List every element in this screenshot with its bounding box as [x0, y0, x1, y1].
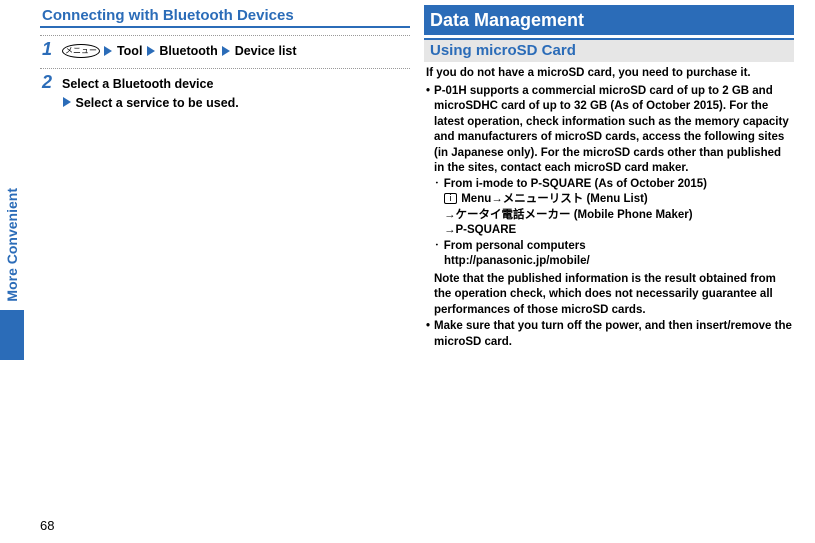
sub-bullet-2-title: From personal computers: [444, 239, 586, 255]
sub-bullet-1-line1: ｉ Menu→メニューリスト (Menu List): [426, 192, 794, 208]
dotted-rule: [40, 32, 410, 36]
step-2-number: 2: [42, 73, 56, 91]
section-subtitle-bar: Using microSD Card: [424, 38, 794, 62]
dot-icon: ･: [434, 177, 440, 193]
bullet-dot-icon: •: [426, 319, 430, 350]
step2-line1: Select a Bluetooth device: [62, 77, 213, 91]
page-content: Connecting with Bluetooth Devices 1 メニュー…: [0, 0, 815, 355]
sub-bullet-1-line3: →P-SQUARE: [426, 223, 794, 239]
step1-devicelist: Device list: [235, 44, 297, 58]
imode-icon: ｉ: [444, 193, 457, 204]
intro-line: If you do not have a microSD card, you n…: [426, 66, 794, 82]
sub-bullet-1: ･ From i-mode to P-SQUARE (As of October…: [426, 177, 794, 193]
sub-bullet-2: ･ From personal computers: [426, 239, 794, 255]
chevron-right-icon: [63, 97, 71, 107]
bullet-1-text: P-01H supports a commercial microSD card…: [434, 84, 794, 177]
note-paragraph: Note that the published information is t…: [426, 272, 794, 319]
page-number: 68: [40, 518, 54, 533]
right-column: Data Management Using microSD Card If yo…: [424, 5, 794, 350]
bullet-2: • Make sure that you turn off the power,…: [426, 319, 794, 350]
step-1-body: メニュー Tool Bluetooth Device list: [62, 40, 297, 61]
sb1-l1-text: Menu→メニューリスト (Menu List): [461, 193, 648, 205]
step-1: 1 メニュー Tool Bluetooth Device list: [40, 40, 410, 61]
step1-tool: Tool: [117, 44, 142, 58]
sub-bullet-2-url: http://panasonic.jp/mobile/: [426, 254, 794, 270]
step1-bluetooth: Bluetooth: [159, 44, 217, 58]
bullet-1: • P-01H supports a commercial microSD ca…: [426, 84, 794, 177]
body-text: If you do not have a microSD card, you n…: [424, 66, 794, 350]
sub-bullet-1-title: From i-mode to P-SQUARE (As of October 2…: [444, 177, 707, 193]
bullet-2-text: Make sure that you turn off the power, a…: [434, 319, 794, 350]
menu-key-icon: メニュー: [62, 44, 100, 58]
side-tab-label: More Convenient: [0, 180, 24, 310]
step-1-number: 1: [42, 40, 56, 58]
step2-line2: Select a service to be used.: [75, 96, 238, 110]
left-heading: Connecting with Bluetooth Devices: [40, 7, 410, 28]
chevron-right-icon: [104, 46, 112, 56]
chevron-right-icon: [222, 46, 230, 56]
step-2-body: Select a Bluetooth device Select a servi…: [62, 73, 239, 113]
dot-icon: ･: [434, 239, 440, 255]
sub-bullet-1-line2: →ケータイ電話メーカー (Mobile Phone Maker): [426, 208, 794, 224]
section-title-bar: Data Management: [424, 5, 794, 35]
chevron-right-icon: [147, 46, 155, 56]
side-tab-marker: [0, 310, 24, 360]
step-2: 2 Select a Bluetooth device Select a ser…: [40, 73, 410, 113]
left-column: Connecting with Bluetooth Devices 1 メニュー…: [40, 5, 410, 350]
bullet-dot-icon: •: [426, 84, 430, 177]
dotted-rule: [40, 65, 410, 69]
